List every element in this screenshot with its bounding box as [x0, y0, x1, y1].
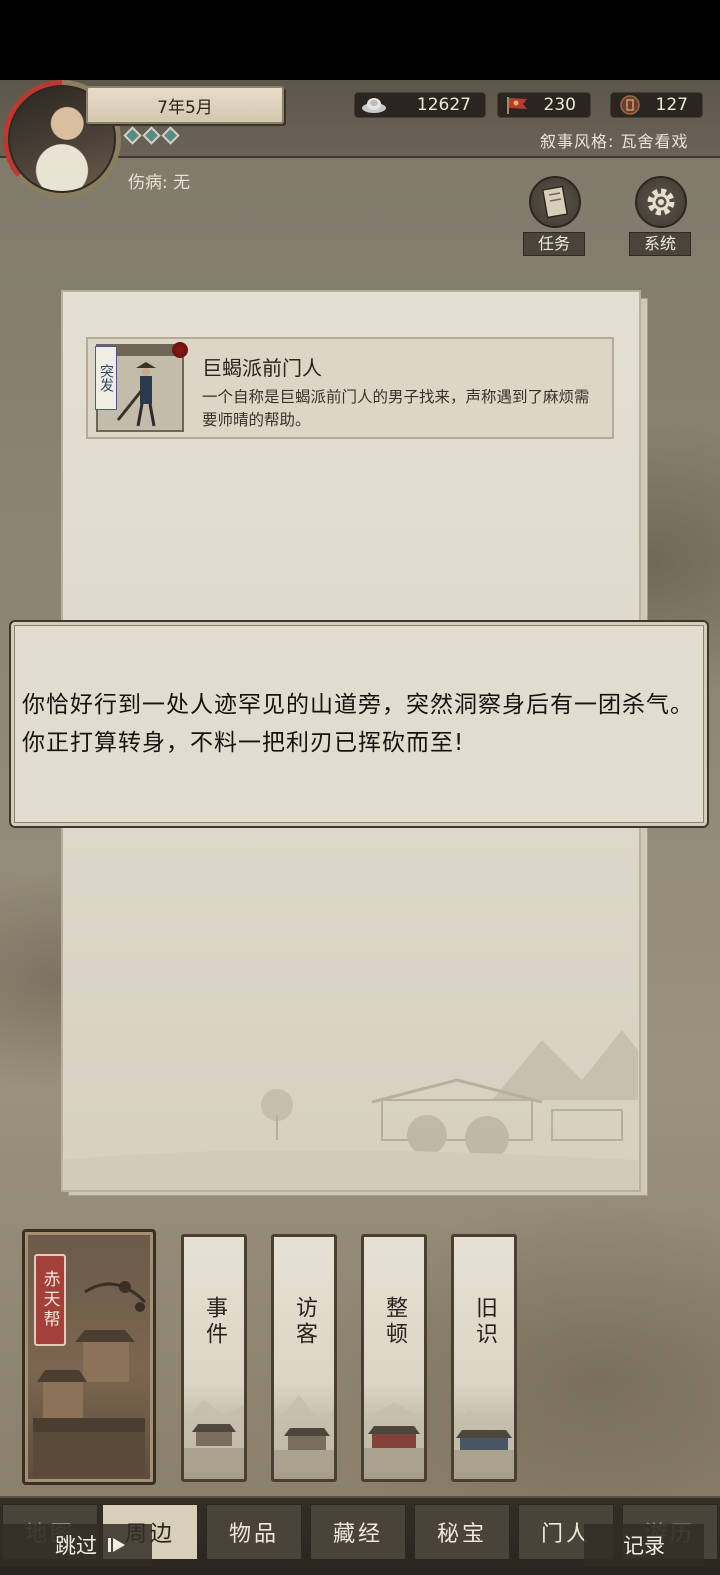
quest-label[interactable]: 任务	[523, 232, 585, 256]
status-bar	[0, 0, 720, 80]
tab-treasures[interactable]: 秘宝	[414, 1504, 510, 1560]
town-illustration-icon	[184, 1400, 244, 1474]
banner-flag-icon	[507, 97, 527, 114]
status-diamonds	[123, 126, 180, 145]
scroll-acquaintances-label: 旧识	[472, 1296, 497, 1348]
system-label[interactable]: 系统	[629, 232, 691, 256]
event-title: 巨蝎派前门人	[202, 356, 322, 380]
gear-icon	[647, 188, 675, 216]
banner-value: 230	[543, 95, 576, 115]
diamond-icon	[161, 126, 180, 145]
town-illustration-icon	[274, 1395, 334, 1474]
scroll-visitors-label: 访客	[292, 1296, 317, 1348]
silver-ingot-icon	[362, 98, 386, 113]
tab-scriptures[interactable]: 藏经	[310, 1504, 406, 1560]
diamond-icon	[142, 126, 161, 145]
skip-forward-icon	[108, 1538, 125, 1552]
new-event-seal-icon	[172, 342, 188, 358]
system-button[interactable]	[635, 176, 687, 228]
tab-items[interactable]: 物品	[206, 1504, 302, 1560]
town-illustration-icon	[364, 1402, 424, 1474]
narrative-style-label[interactable]: 叙事风格: 瓦舍看戏	[540, 128, 688, 152]
date-text: 7年5月	[157, 97, 213, 118]
diamond-icon	[123, 126, 142, 145]
banner-counter: 230	[497, 92, 591, 118]
town-illustration-icon	[454, 1410, 514, 1474]
date-plate: 7年5月	[86, 86, 284, 124]
coin-icon	[620, 95, 640, 115]
silver-value: 12627	[416, 95, 471, 115]
coin-counter: 127	[610, 92, 703, 118]
story-dialog-text: 你恰好行到一处人迹罕见的山道旁，突然洞察身后有一团杀气。你正打算转身，不料一把利…	[22, 692, 694, 756]
skip-label: 跳过	[55, 1534, 97, 1558]
silver-counter: 12627	[354, 92, 486, 118]
scroll-events-label: 事件	[202, 1296, 227, 1348]
scroll-icon	[541, 185, 569, 219]
ink-landscape-decoration	[62, 1030, 638, 1190]
injury-status: 伤病: 无	[128, 173, 191, 193]
record-button[interactable]: 记录	[584, 1524, 704, 1566]
event-type-tag: 突发	[95, 346, 117, 410]
skip-button[interactable]: 跳过	[0, 1524, 152, 1566]
scroll-reorganize-label: 整顿	[382, 1296, 407, 1348]
coin-value: 127	[655, 95, 688, 115]
sect-name-tag: 赤天帮	[34, 1254, 66, 1346]
quest-button[interactable]	[529, 176, 581, 228]
event-description: 一个自称是巨蝎派前门人的男子找来，声称遇到了麻烦需要师晴的帮助。	[202, 388, 590, 429]
